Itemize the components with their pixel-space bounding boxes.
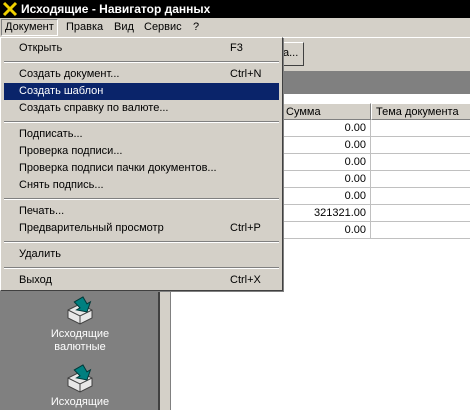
- nav-item-outgoing[interactable]: Исходящие: [40, 364, 120, 409]
- title-bar: Исходящие - Навигатор данных: [0, 0, 470, 18]
- menu-item-label: Создать шаблон: [19, 85, 104, 97]
- menu-item-create-document[interactable]: Создать документ... Ctrl+N: [4, 66, 279, 83]
- menu-item-print-preview[interactable]: Предварительный просмотр Ctrl+P: [4, 220, 279, 237]
- menu-item-label: Печать...: [19, 205, 65, 217]
- menu-item-label: Удалить: [19, 248, 61, 260]
- table-row[interactable]: 0.00: [281, 171, 371, 188]
- menu-item-shortcut: Ctrl+P: [230, 222, 261, 234]
- nav-item-label: Исходящие: [50, 396, 110, 408]
- toolbar-button-label: а...: [283, 47, 299, 59]
- menu-service[interactable]: Сервис: [141, 20, 185, 35]
- menu-bar: Документ Правка Вид Сервис ?: [0, 18, 470, 37]
- document-menu: Открыть F3 Создать документ... Ctrl+N Со…: [0, 37, 283, 291]
- menu-item-label: Проверка подписи...: [19, 145, 123, 157]
- menu-separator: [4, 241, 279, 243]
- menu-item-delete[interactable]: Удалить: [4, 246, 279, 263]
- menu-item-label: Снять подпись...: [19, 179, 104, 191]
- menu-item-verify-signature[interactable]: Проверка подписи...: [4, 143, 279, 160]
- menu-item-label: Открыть: [19, 42, 63, 54]
- table-cell-subject[interactable]: [371, 137, 470, 154]
- table-row[interactable]: 0.00: [281, 188, 371, 205]
- column-header-subject[interactable]: Тема документа: [371, 103, 470, 120]
- menu-item-sign[interactable]: Подписать...: [4, 126, 279, 143]
- menu-help[interactable]: ?: [190, 20, 202, 35]
- menu-item-label: Предварительный просмотр: [19, 222, 164, 234]
- app-logo-icon: [2, 1, 18, 17]
- menu-item-label: Создать документ...: [19, 68, 120, 80]
- menu-item-print[interactable]: Печать...: [4, 203, 279, 220]
- table-cell-subject[interactable]: [371, 222, 470, 239]
- table-cell-subject[interactable]: [371, 120, 470, 137]
- menu-item-remove-signature[interactable]: Снять подпись...: [4, 177, 279, 194]
- table-row[interactable]: 321321.00: [281, 205, 371, 222]
- menu-view[interactable]: Вид: [111, 20, 137, 35]
- nav-item-label: Исходящие: [50, 328, 110, 340]
- menu-item-label: Выход: [19, 274, 52, 286]
- menu-item-verify-batch-signature[interactable]: Проверка подписи пачки документов...: [4, 160, 279, 177]
- outgoing-folder-icon: [67, 364, 93, 393]
- menu-item-label: Создать справку по валюте...: [19, 102, 169, 114]
- menu-separator: [4, 198, 279, 200]
- menu-item-create-currency-certificate[interactable]: Создать справку по валюте...: [4, 100, 279, 117]
- menu-document[interactable]: Документ: [1, 19, 58, 36]
- table-row[interactable]: 0.00: [281, 222, 371, 239]
- table-cell-subject[interactable]: [371, 188, 470, 205]
- menu-separator: [4, 267, 279, 269]
- menu-item-shortcut: Ctrl+X: [230, 274, 261, 286]
- menu-edit[interactable]: Правка: [63, 20, 106, 35]
- menu-separator: [4, 61, 279, 63]
- outgoing-folder-icon: [67, 296, 93, 325]
- table-cell-subject[interactable]: [371, 154, 470, 171]
- nav-item-outgoing-currency[interactable]: Исходящие валютные: [40, 296, 120, 354]
- menu-item-shortcut: Ctrl+N: [230, 68, 262, 80]
- menu-item-create-template[interactable]: Создать шаблон: [4, 83, 279, 100]
- menu-item-exit[interactable]: Выход Ctrl+X: [4, 272, 279, 289]
- table-cell-subject[interactable]: [371, 171, 470, 188]
- menu-item-shortcut: F3: [230, 42, 243, 54]
- menu-item-label: Проверка подписи пачки документов...: [19, 162, 217, 174]
- nav-item-sublabel: валютные: [54, 341, 106, 353]
- column-header-sum[interactable]: Сумма: [281, 103, 371, 120]
- menu-item-open[interactable]: Открыть F3: [4, 40, 279, 57]
- table-row[interactable]: 0.00: [281, 154, 371, 171]
- window-title: Исходящие - Навигатор данных: [21, 2, 211, 16]
- table-row[interactable]: 0.00: [281, 137, 371, 154]
- table-cell-subject[interactable]: [371, 205, 470, 222]
- menu-separator: [4, 121, 279, 123]
- table-row[interactable]: 0.00: [281, 120, 371, 137]
- menu-item-label: Подписать...: [19, 128, 83, 140]
